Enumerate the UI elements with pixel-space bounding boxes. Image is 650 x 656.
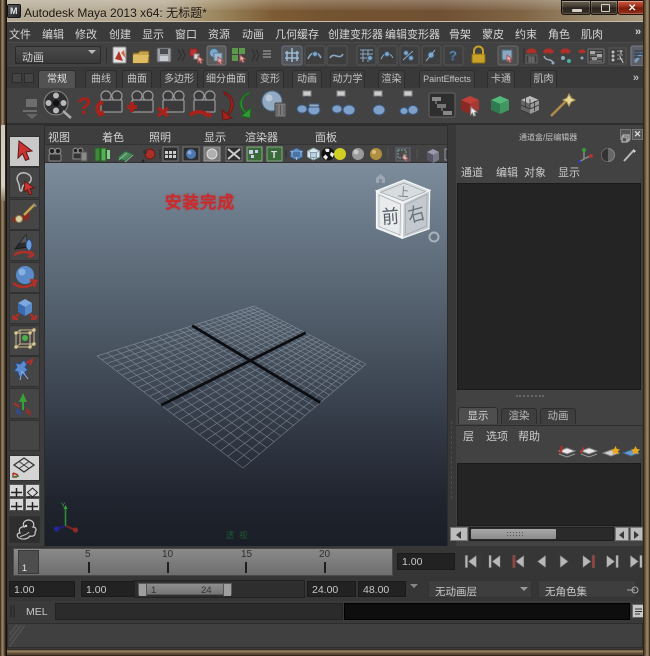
svg-text:Y: Y [61,502,66,509]
svg-text:?: ? [449,48,457,63]
svg-text:上: 上 [398,186,410,201]
svg-text:T: T [271,150,277,161]
svg-text:前: 前 [381,206,399,228]
svg-text:?: ? [77,93,92,120]
